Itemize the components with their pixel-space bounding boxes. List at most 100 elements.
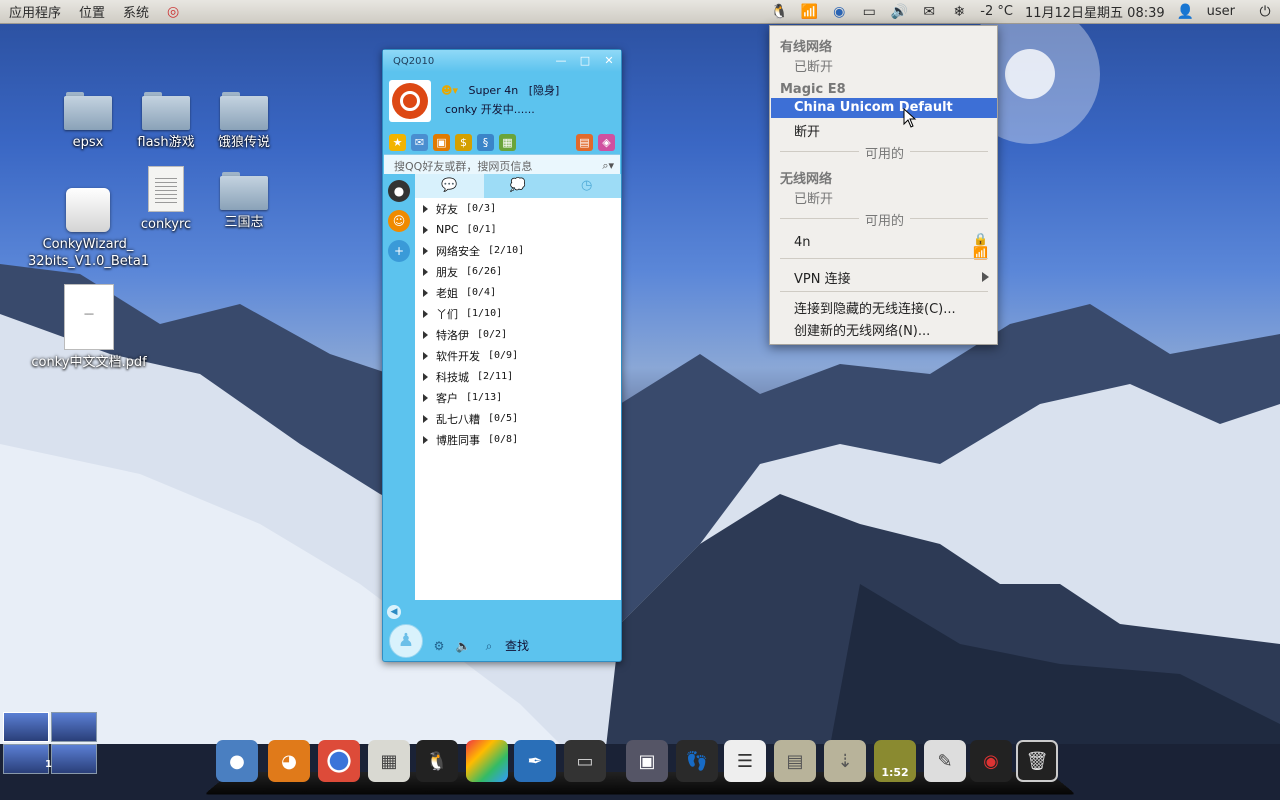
weather-icon[interactable]: ❄ [949, 2, 969, 22]
network-wireless-icon[interactable]: 📶 [799, 2, 819, 22]
weather-temperature[interactable]: -2 °C [974, 4, 1019, 19]
text-editor-icon[interactable]: ✎ [924, 740, 966, 782]
workspace-4[interactable] [51, 744, 97, 774]
launcher-icon[interactable]: ◎ [163, 2, 183, 22]
tab-recent[interactable]: ◷ [552, 174, 621, 198]
search-icon[interactable]: ⌕ [481, 638, 497, 654]
menu-system[interactable]: 系统 [114, 2, 158, 21]
contact-group[interactable]: 老姐 [0/4] [415, 282, 621, 303]
smile-face-icon[interactable]: ☺ [388, 210, 410, 232]
swirl-icon[interactable]: § [477, 133, 494, 151]
grid-icon[interactable]: ▦ [499, 133, 516, 151]
desktop-icon-conky-pdf[interactable]: ═══ conky中文文档.pdf [24, 284, 154, 371]
sound-icon[interactable]: 🔈 [455, 638, 471, 654]
folder-documents-icon[interactable]: ▤ [774, 740, 816, 782]
shop-icon[interactable]: ▣ [433, 133, 450, 151]
calculator-icon[interactable]: ▦ [368, 740, 410, 782]
mail-icon[interactable]: ✉ [411, 133, 428, 151]
pdf-icon: ═══ [64, 284, 114, 350]
record-icon[interactable]: ◉ [970, 740, 1012, 782]
package-icon [66, 188, 110, 232]
maximize-button[interactable]: □ [573, 52, 597, 70]
qq-signature[interactable]: conky 开发中...... [445, 101, 535, 117]
color-icon[interactable]: ◈ [598, 133, 615, 151]
contact-group[interactable]: 乱七八糟 [0/5] [415, 408, 621, 429]
globe-icon[interactable]: ◉ [829, 2, 849, 22]
menu-item-disconnect[interactable]: 断开 [794, 121, 820, 140]
wallet-icon[interactable]: $ [455, 133, 472, 151]
qq-nickname-line[interactable]: ☻▾ Super 4n [隐身] [441, 82, 559, 98]
star-icon[interactable]: ★ [389, 133, 406, 151]
group-name: 特洛伊 [436, 328, 469, 342]
feather-icon[interactable]: ✒ [514, 740, 556, 782]
search-icon[interactable]: ⌕▾ [602, 159, 614, 173]
group-count: [1/13] [466, 392, 503, 403]
workspace-3[interactable] [3, 744, 49, 774]
group-name: 客户 [436, 391, 458, 405]
qq-tray-icon[interactable]: 🐧 [769, 2, 789, 22]
mail-icon[interactable]: ✉ [919, 2, 939, 22]
menu-item-wifi-4n[interactable]: 4n [794, 235, 811, 250]
clock[interactable]: 11月12日星期五 08:39 [1019, 2, 1171, 21]
document-menu-icon[interactable]: ☰ [724, 740, 766, 782]
tab-contacts[interactable]: 💬 [415, 174, 484, 198]
group-count: [6/26] [466, 266, 503, 277]
contact-group[interactable]: 网络安全 [2/10] [415, 240, 621, 261]
close-button[interactable]: ✕ [597, 52, 621, 70]
avatar[interactable] [389, 80, 431, 122]
skin-icon[interactable]: ▤ [576, 133, 593, 151]
expand-arrow-icon [423, 309, 428, 318]
group-count: [2/11] [477, 371, 514, 382]
chrome-icon[interactable] [318, 740, 360, 782]
contact-group[interactable]: 科技城 [2/11] [415, 366, 621, 387]
search-input[interactable]: 搜QQ好友或群，搜网页信息 [394, 158, 532, 174]
menu-item-connect-hidden[interactable]: 连接到隐藏的无线连接(C)... [794, 298, 956, 317]
qq-titlebar[interactable]: QQ2010 — □ ✕ [383, 50, 621, 72]
contact-group[interactable]: NPC [0/1] [415, 219, 621, 240]
trash-icon[interactable]: 🗑 [1016, 740, 1058, 782]
workspace-1[interactable] [3, 712, 49, 742]
computer-network-icon[interactable]: ▭ [859, 2, 879, 22]
tab-groups[interactable]: 💭 [484, 174, 553, 198]
user-icon[interactable]: 👤 [1176, 2, 1196, 22]
menu-item-vpn[interactable]: VPN 连接 [794, 268, 851, 287]
contact-group[interactable]: 客户 [1/13] [415, 387, 621, 408]
volume-icon[interactable]: 🔊 [889, 2, 909, 22]
menu-item-china-unicom[interactable]: China Unicom Default [771, 98, 997, 118]
desktop-icon-three-kingdoms[interactable]: 三国志 [196, 172, 292, 231]
workspace-2[interactable] [51, 712, 97, 742]
desktop-icon-label: 饿狼传说 [217, 135, 270, 150]
contact-group[interactable]: 软件开发 [0/9] [415, 345, 621, 366]
terminal-icon[interactable]: ▭ [564, 740, 606, 782]
window-switcher-icon[interactable]: ▣ [626, 740, 668, 782]
menu-applications[interactable]: 应用程序 [0, 2, 70, 21]
pidgin-icon[interactable]: ● [216, 740, 258, 782]
desktop-icon-fatal-fury[interactable]: 饿狼传说 [196, 92, 292, 151]
minimize-button[interactable]: — [549, 52, 573, 70]
firefox-icon[interactable]: ◕ [268, 740, 310, 782]
group-name: 丫们 [436, 307, 458, 321]
contact-group[interactable]: 博胜同事 [0/8] [415, 429, 621, 450]
qq-icon[interactable]: 🐧 [416, 740, 458, 782]
folder-downloads-icon[interactable]: ⇣ [824, 740, 866, 782]
qq-menu-button[interactable]: ♟ [389, 624, 423, 658]
contact-group[interactable]: 好友 [0/3] [415, 198, 621, 219]
qq-status: [隐身] [528, 84, 560, 97]
plus-icon[interactable]: + [388, 240, 410, 262]
collapse-icon[interactable]: ◀ [387, 605, 401, 619]
power-icon[interactable]: ⏻ [1255, 2, 1275, 22]
device-header: Magic E8 [780, 82, 846, 97]
menu-item-create-new[interactable]: 创建新的无线网络(N)... [794, 320, 930, 339]
find-button[interactable]: 查找 [505, 637, 529, 654]
menu-places[interactable]: 位置 [70, 2, 114, 21]
settings-icon[interactable]: ⚙ [431, 638, 447, 654]
color-fan-icon[interactable] [466, 740, 508, 782]
contact-group[interactable]: 特洛伊 [0/2] [415, 324, 621, 345]
status-icon[interactable]: ☻▾ [441, 84, 458, 97]
user-name[interactable]: user [1201, 4, 1241, 19]
gnome-foot-icon[interactable]: 👣 [676, 740, 718, 782]
contact-group[interactable]: 朋友 [6/26] [415, 261, 621, 282]
contact-group[interactable]: 丫们 [1/10] [415, 303, 621, 324]
ubuntu-logo-icon [392, 83, 428, 119]
penguin-icon[interactable]: ● [388, 180, 410, 202]
